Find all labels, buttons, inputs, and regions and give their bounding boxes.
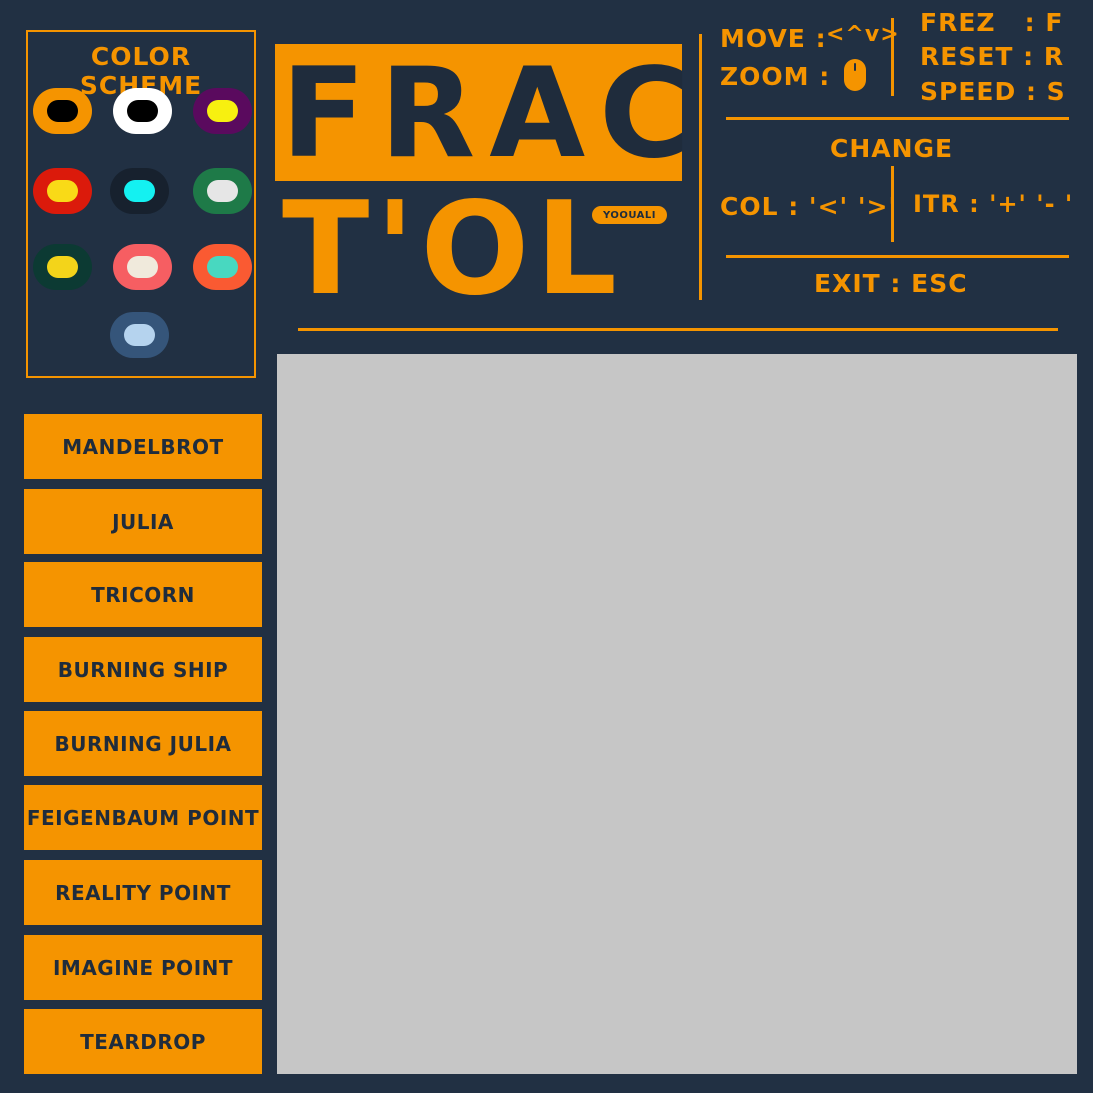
change-title: CHANGE — [830, 134, 954, 163]
logo-line-tol: T'OL — [282, 175, 623, 324]
fractal-button-reality-point[interactable]: Reality Point — [24, 860, 262, 925]
color-swatch-dot — [47, 100, 78, 122]
color-swatch-7[interactable] — [33, 244, 92, 290]
divider-vertical-main — [699, 34, 702, 300]
divider-horizontal-2 — [726, 255, 1069, 258]
iteration-change-keys: ITR : '+' '- ' — [913, 192, 1074, 216]
color-change-keys: COL : '<' '>' — [720, 192, 898, 221]
exit-key: EXIT : ESC — [814, 269, 968, 298]
color-swatch-5[interactable] — [110, 168, 169, 214]
move-label: MOVE : — [720, 24, 827, 53]
speed-key: SPEED : S — [920, 77, 1066, 106]
color-swatch-dot — [47, 256, 78, 278]
mouse-icon — [844, 59, 866, 91]
fractal-button-burning-ship[interactable]: Burning Ship — [24, 637, 262, 702]
color-swatch-dot — [207, 180, 238, 202]
fractal-button-tricorn[interactable]: Tricorn — [24, 562, 262, 627]
color-swatch-dot — [207, 100, 238, 122]
freeze-key: FREZ : F — [920, 8, 1064, 37]
color-swatch-dot — [127, 100, 158, 122]
color-swatch-dot — [124, 180, 155, 202]
author-badge: YOOUALI — [592, 206, 667, 224]
color-swatch-8[interactable] — [113, 244, 172, 290]
logo-line-frac: FRAC — [281, 42, 705, 186]
divider-horizontal-bottom — [298, 328, 1058, 331]
fractal-button-teardrop[interactable]: Teardrop — [24, 1009, 262, 1074]
color-swatch-dot — [124, 324, 155, 346]
color-swatch-6[interactable] — [193, 168, 252, 214]
color-swatch-10[interactable] — [110, 312, 169, 358]
fractal-canvas[interactable] — [277, 354, 1077, 1074]
divider-horizontal-1 — [726, 117, 1069, 120]
color-swatch-dot — [207, 256, 238, 278]
fractal-button-imagine-point[interactable]: Imagine Point — [24, 935, 262, 1000]
color-swatch-1[interactable] — [33, 88, 92, 134]
fractal-button-feigenbaum-point[interactable]: Feigenbaum Point — [24, 785, 262, 850]
reset-key: RESET : R — [920, 42, 1065, 71]
fractal-button-julia[interactable]: Julia — [24, 489, 262, 554]
fractal-button-mandelbrot[interactable]: Mandelbrot — [24, 414, 262, 479]
move-keys-icon: <^v> — [826, 22, 900, 47]
fractal-button-burning-julia[interactable]: Burning Julia — [24, 711, 262, 776]
color-swatch-9[interactable] — [193, 244, 252, 290]
color-swatch-dot — [47, 180, 78, 202]
color-swatch-4[interactable] — [33, 168, 92, 214]
color-swatch-3[interactable] — [193, 88, 252, 134]
color-swatch-2[interactable] — [113, 88, 172, 134]
color-swatch-dot — [127, 256, 158, 278]
zoom-label: ZOOM : — [720, 62, 831, 91]
